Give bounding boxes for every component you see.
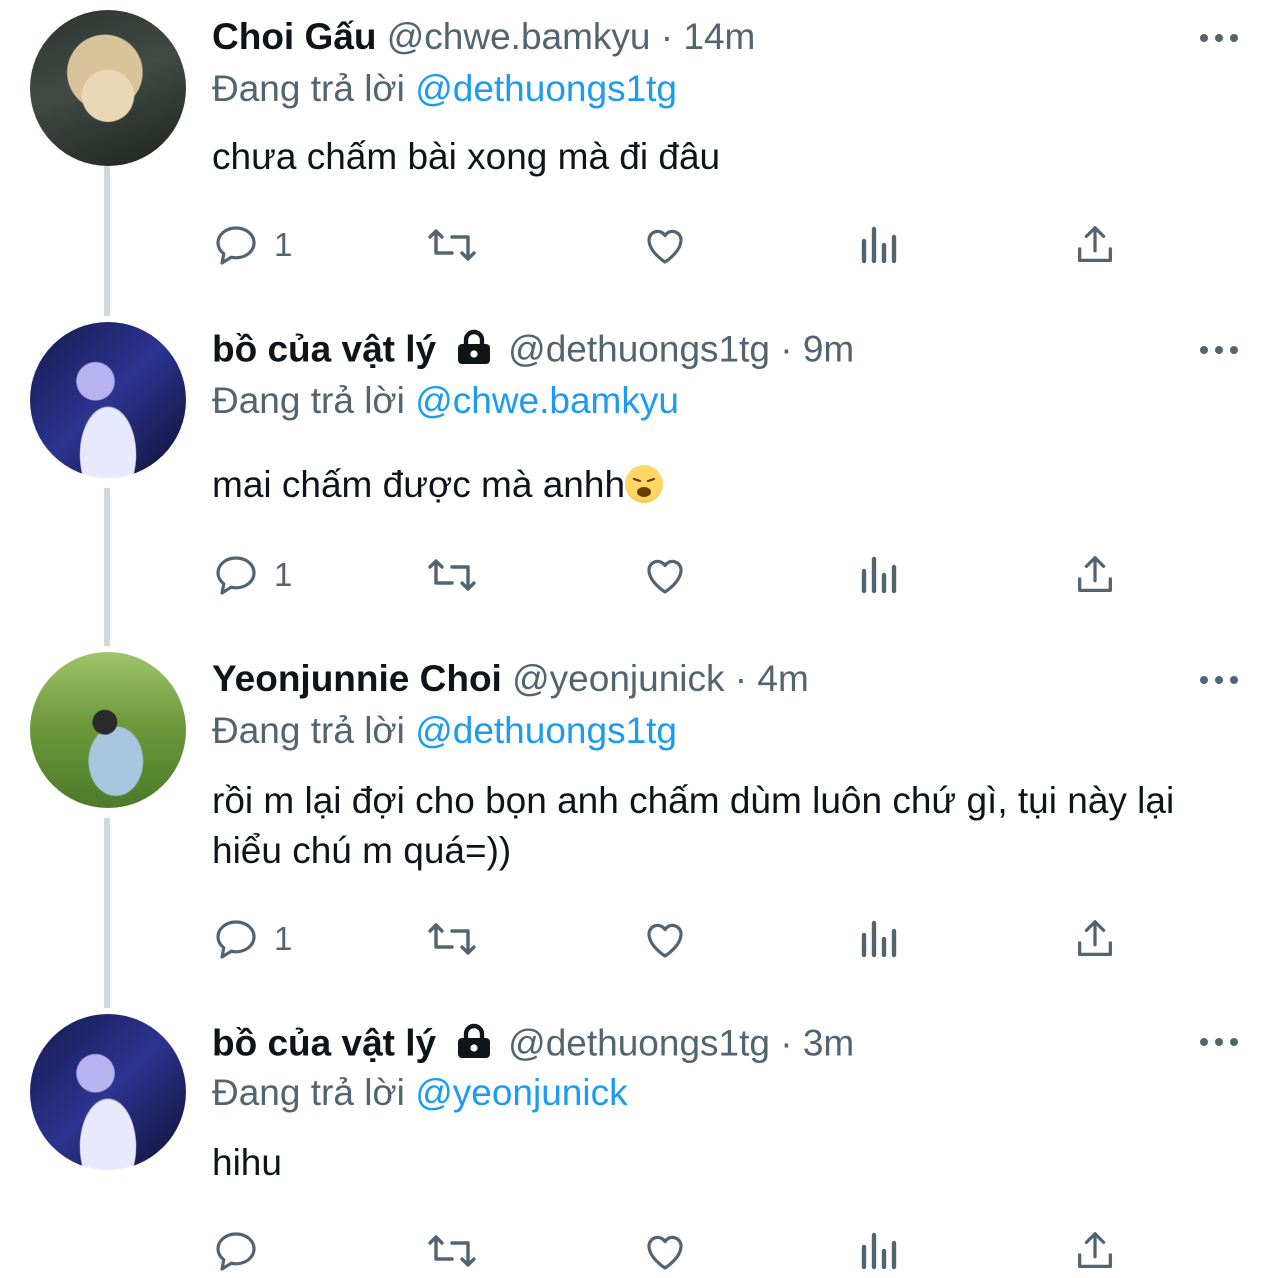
handle[interactable]: @chwe.bamkyu — [387, 16, 651, 57]
lock-icon — [454, 328, 494, 375]
reply-prefix: Đang trả lời — [212, 1072, 405, 1113]
views-icon — [861, 920, 897, 958]
reply-icon — [216, 556, 256, 595]
display-name[interactable]: Choi Gấu — [212, 16, 376, 57]
share-button[interactable] — [1072, 914, 1118, 964]
retweet-icon — [428, 923, 476, 955]
heart-icon — [647, 229, 683, 264]
separator: · — [780, 1022, 793, 1064]
more-icon[interactable] — [1200, 674, 1240, 686]
timestamp[interactable]: 4m — [757, 658, 808, 699]
share-button[interactable] — [1072, 550, 1118, 600]
more-icon[interactable] — [1200, 344, 1240, 356]
avatar[interactable] — [30, 10, 186, 166]
reply-mention[interactable]: @dethuongs1tg — [415, 68, 677, 109]
separator: · — [780, 328, 793, 370]
share-button[interactable] — [1072, 1226, 1118, 1276]
more-icon[interactable] — [1200, 1036, 1240, 1048]
tweet-text-container: mai chấm được mà anhh — [212, 460, 1252, 510]
action-bar: 1 — [212, 914, 1252, 964]
reply-count: 1 — [274, 920, 293, 957]
tweet[interactable]: bồ của vật lý @dethuongs1tg · 9m Đang trả… — [0, 322, 1284, 622]
like-button[interactable] — [640, 914, 690, 964]
reply-button[interactable]: 1 — [212, 550, 292, 600]
reply-mention[interactable]: @dethuongs1tg — [415, 710, 677, 751]
reply-prefix: Đang trả lời — [212, 380, 405, 421]
views-icon — [861, 556, 897, 594]
retweet-icon — [428, 229, 476, 261]
timestamp[interactable]: 9m — [803, 328, 854, 369]
tweet-header: Choi Gấu @chwe.bamkyu · 14m — [212, 16, 755, 58]
retweet-button[interactable] — [424, 1226, 480, 1276]
more-icon[interactable] — [1200, 32, 1240, 44]
tweet-header: Yeonjunnie Choi @yeonjunick · 4m — [212, 658, 809, 700]
reply-count: 1 — [274, 226, 293, 263]
reply-count: 1 — [274, 556, 293, 593]
avatar[interactable] — [30, 322, 186, 478]
views-icon — [861, 1232, 897, 1270]
share-icon — [1078, 226, 1112, 262]
views-button[interactable] — [858, 550, 902, 600]
avatar[interactable] — [30, 652, 186, 808]
replying-to: Đang trả lời @dethuongs1tg — [212, 710, 677, 752]
heart-icon — [647, 923, 683, 958]
share-button[interactable] — [1072, 220, 1118, 270]
like-button[interactable] — [640, 1226, 690, 1276]
display-name[interactable]: Yeonjunnie Choi — [212, 658, 502, 699]
reply-icon — [216, 226, 256, 265]
tweet-text: mai chấm được mà anhh — [212, 464, 626, 505]
views-button[interactable] — [858, 1226, 902, 1276]
replying-to: Đang trả lời @yeonjunick — [212, 1072, 628, 1114]
tweet-header: bồ của vật lý @dethuongs1tg · 9m — [212, 328, 854, 375]
display-name[interactable]: bồ của vật lý — [212, 1022, 436, 1063]
display-name[interactable]: bồ của vật lý — [212, 328, 436, 369]
share-icon — [1078, 1232, 1112, 1268]
reply-icon — [216, 920, 256, 959]
retweet-button[interactable] — [424, 550, 480, 600]
tweet[interactable]: Yeonjunnie Choi @yeonjunick · 4m Đang tr… — [0, 652, 1284, 982]
reply-button[interactable] — [212, 1226, 274, 1276]
like-button[interactable] — [640, 220, 690, 270]
reply-icon — [216, 1232, 256, 1271]
reply-prefix: Đang trả lời — [212, 710, 405, 751]
lock-icon — [454, 1022, 494, 1069]
handle[interactable]: @yeonjunick — [512, 658, 724, 699]
tweet[interactable]: bồ của vật lý @dethuongs1tg · 3m Đang trả… — [0, 1014, 1284, 1278]
action-bar: 1 — [212, 220, 1252, 270]
tweet[interactable]: Choi Gấu @chwe.bamkyu · 14m Đang trả lời… — [0, 10, 1284, 300]
reply-button[interactable]: 1 — [212, 914, 292, 964]
share-icon — [1078, 556, 1112, 592]
share-icon — [1078, 920, 1112, 956]
views-button[interactable] — [858, 914, 902, 964]
action-bar: 1 — [212, 550, 1252, 600]
retweet-button[interactable] — [424, 914, 480, 964]
reply-prefix: Đang trả lời — [212, 68, 405, 109]
tweet-header: bồ của vật lý @dethuongs1tg · 3m — [212, 1022, 854, 1069]
handle[interactable]: @dethuongs1tg — [508, 1022, 770, 1063]
views-icon — [861, 226, 897, 264]
reply-button[interactable]: 1 — [212, 220, 292, 270]
separator: · — [734, 658, 748, 699]
retweet-icon — [428, 1235, 476, 1267]
retweet-button[interactable] — [424, 220, 480, 270]
views-button[interactable] — [858, 220, 902, 270]
weary-face-emoji — [625, 465, 664, 503]
action-bar — [212, 1226, 1252, 1276]
timestamp[interactable]: 3m — [803, 1022, 854, 1063]
replying-to: Đang trả lời @chwe.bamkyu — [212, 380, 679, 422]
separator: · — [660, 16, 674, 57]
tweet-text: chưa chấm bài xong mà đi đâu — [212, 136, 721, 177]
reply-mention[interactable]: @chwe.bamkyu — [415, 380, 679, 421]
heart-icon — [647, 1235, 683, 1270]
timestamp[interactable]: 14m — [683, 16, 755, 57]
tweet-text: rồi m lại đợi cho bọn anh chấm dùm luôn … — [212, 780, 1175, 871]
like-button[interactable] — [640, 550, 690, 600]
replying-to: Đang trả lời @dethuongs1tg — [212, 68, 677, 110]
handle[interactable]: @dethuongs1tg — [508, 328, 770, 369]
heart-icon — [647, 559, 683, 594]
tweet-text: hihu — [212, 1142, 282, 1183]
retweet-icon — [428, 559, 476, 591]
reply-mention[interactable]: @yeonjunick — [415, 1072, 627, 1113]
avatar[interactable] — [30, 1014, 186, 1170]
